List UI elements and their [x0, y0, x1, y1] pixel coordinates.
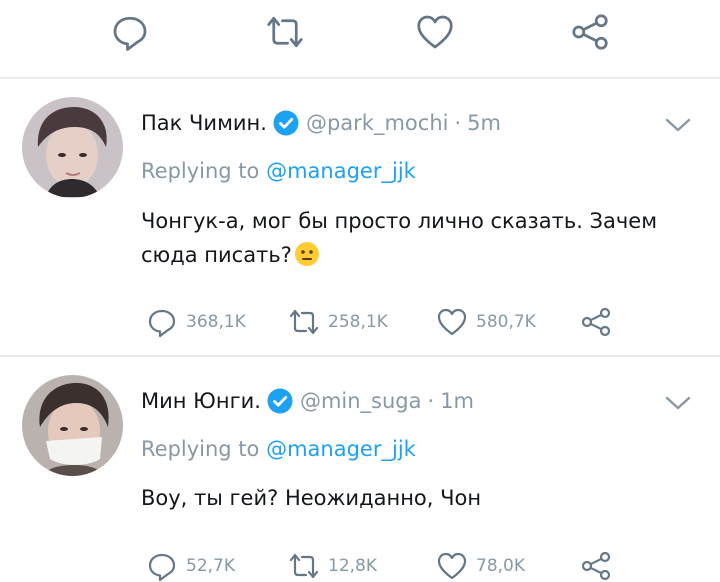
like-button[interactable]: 78,0K — [436, 548, 525, 582]
retweet-icon — [288, 550, 320, 582]
reply-icon — [146, 306, 178, 338]
tweet-header: Пак Чимин. @park_mochi · 5m — [141, 103, 501, 143]
timestamp[interactable]: 5m — [467, 111, 501, 135]
tweet-header: Мин Юнги. @min_suga · 1m — [141, 381, 474, 421]
like-icon — [436, 306, 468, 338]
display-name[interactable]: Пак Чимин. — [141, 111, 267, 135]
verified-badge-icon — [273, 110, 299, 136]
tweet-text-content: Чонгук-а, мог бы просто лично сказать. З… — [141, 209, 658, 267]
tweet[interactable]: Пак Чимин. @park_mochi · 5m Replying to … — [0, 79, 720, 355]
chevron-down-icon[interactable] — [664, 115, 692, 135]
previous-tweet-actions — [0, 0, 720, 70]
tweet-actions: 52,7K 12,8K 78,0K — [0, 548, 720, 582]
timestamp[interactable]: 1m — [440, 389, 474, 413]
like-button[interactable]: 580,7K — [436, 304, 536, 340]
share-button[interactable] — [580, 304, 612, 340]
retweet-icon[interactable] — [265, 12, 305, 52]
share-icon[interactable] — [570, 12, 610, 52]
retweet-button[interactable]: 258,1K — [288, 304, 388, 340]
reply-icon — [146, 550, 178, 582]
separator: · — [427, 389, 435, 413]
reply-button[interactable]: 368,1K — [146, 304, 246, 340]
avatar[interactable] — [22, 375, 123, 476]
neutral-face-emoji-icon — [294, 241, 320, 267]
retweet-button[interactable]: 12,8K — [288, 548, 377, 582]
replying-prefix: Replying to — [141, 159, 260, 183]
share-icon — [580, 306, 612, 338]
share-icon — [580, 550, 612, 582]
reply-button[interactable]: 52,7K — [146, 548, 235, 582]
like-icon — [436, 550, 468, 582]
tweet[interactable]: Мин Юнги. @min_suga · 1m Replying to @ma… — [0, 357, 720, 582]
chevron-down-icon[interactable] — [664, 393, 692, 413]
retweet-count: 258,1K — [328, 312, 388, 332]
reply-count: 368,1K — [186, 312, 246, 332]
tweet-actions: 368,1K 258,1K 580,7K — [0, 304, 720, 340]
handle[interactable]: @park_mochi — [306, 111, 449, 135]
like-count: 78,0K — [476, 556, 525, 576]
like-icon[interactable] — [415, 12, 455, 52]
handle[interactable]: @min_suga — [300, 389, 422, 413]
display-name[interactable]: Мин Юнги. — [141, 389, 261, 413]
retweet-icon — [288, 306, 320, 338]
share-button[interactable] — [580, 548, 612, 582]
mention-link[interactable]: @manager_jjk — [266, 437, 416, 461]
like-count: 580,7K — [476, 312, 536, 332]
tweet-text: Воу, ты гей? Неожиданно, Чон — [141, 481, 686, 515]
separator: · — [454, 111, 462, 135]
replying-to: Replying to @manager_jjk — [141, 437, 416, 461]
replying-to: Replying to @manager_jjk — [141, 159, 416, 183]
reply-count: 52,7K — [186, 556, 235, 576]
verified-badge-icon — [267, 388, 293, 414]
mention-link[interactable]: @manager_jjk — [266, 159, 416, 183]
avatar[interactable] — [22, 97, 123, 198]
replying-prefix: Replying to — [141, 437, 260, 461]
tweet-text: Чонгук-а, мог бы просто лично сказать. З… — [141, 204, 686, 272]
reply-icon[interactable] — [110, 12, 150, 52]
tweet-text-content: Воу, ты гей? Неожиданно, Чон — [141, 486, 482, 510]
retweet-count: 12,8K — [328, 556, 377, 576]
